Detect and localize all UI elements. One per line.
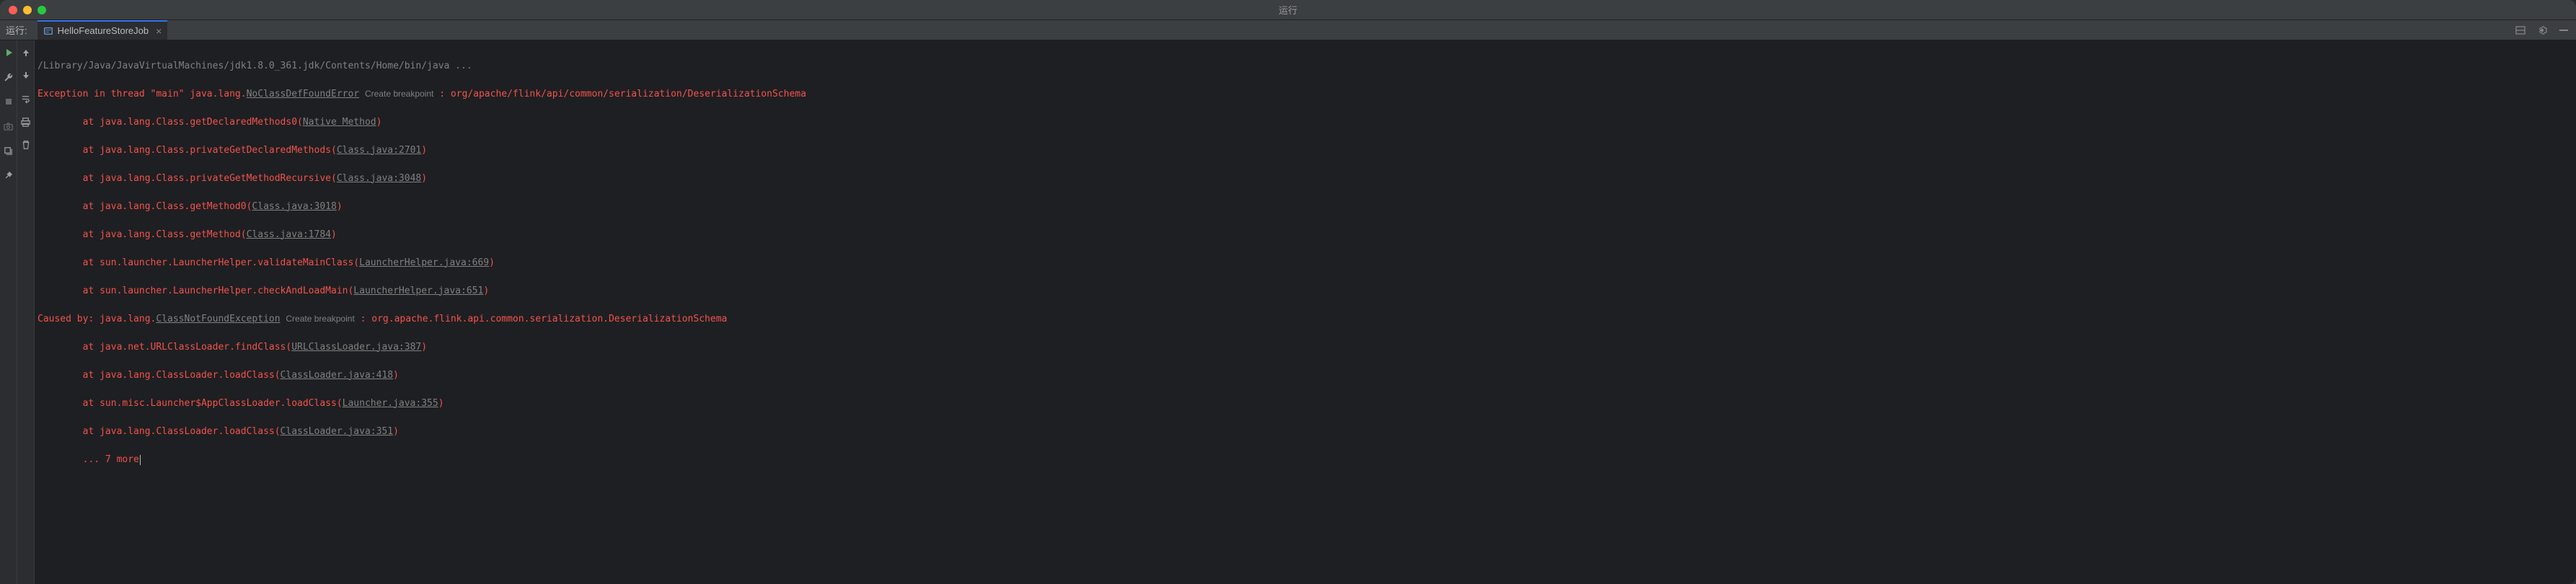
paren: ) [393, 370, 399, 381]
rerun-icon[interactable] [2, 46, 15, 59]
stack-line: at java.lang.Class.privateGetDeclaredMet… [38, 145, 337, 156]
close-tab-button[interactable]: × [156, 25, 162, 37]
source-link[interactable]: Class.java:3048 [337, 173, 421, 184]
exception-msg: : org/apache/flink/api/common/serializat… [439, 89, 806, 99]
run-config-icon [43, 26, 53, 36]
run-tabbar: 运行: HelloFeatureStoreJob × [0, 20, 2576, 40]
stack-line: at java.lang.Class.privateGetMethodRecur… [38, 173, 337, 184]
pin-icon[interactable] [2, 169, 15, 182]
soft-wrap-icon[interactable] [19, 92, 32, 105]
stack-line: at java.lang.Class.getMethod( [38, 229, 247, 240]
gear-icon[interactable] [2536, 24, 2549, 37]
stack-line: at java.lang.ClassLoader.loadClass( [38, 370, 281, 381]
stack-line: at java.lang.Class.getDeclaredMethods0( [38, 117, 303, 128]
text-caret [140, 455, 141, 465]
create-breakpoint-hint[interactable]: Create breakpoint [365, 89, 433, 99]
paren: ) [489, 257, 495, 268]
paren: ) [331, 229, 337, 240]
run-tab-label: HelloFeatureStoreJob [58, 25, 149, 36]
command-line: /Library/Java/JavaVirtualMachines/jdk1.8… [38, 61, 472, 71]
layers-icon[interactable] [2, 144, 15, 157]
stack-line: at java.lang.ClassLoader.loadClass( [38, 426, 281, 437]
close-window-button[interactable] [9, 6, 17, 14]
stop-icon[interactable] [2, 95, 15, 108]
paren: ) [421, 173, 427, 184]
paren: ) [376, 117, 382, 128]
source-link[interactable]: URLClassLoader.java:387 [291, 342, 421, 353]
stack-line: at java.lang.Class.getMethod0( [38, 201, 252, 212]
print-icon[interactable] [19, 115, 32, 128]
paren: ) [421, 145, 427, 156]
camera-icon[interactable] [2, 120, 15, 133]
caused-by-line: Caused by: java.lang. [38, 314, 156, 324]
stack-line: at java.net.URLClassLoader.findClass( [38, 342, 291, 353]
exception-class-link[interactable]: NoClassDefFoundError [247, 89, 360, 99]
maximize-window-button[interactable] [38, 6, 46, 14]
source-link[interactable]: Native Method [303, 117, 376, 128]
paren: ) [438, 398, 444, 409]
source-link[interactable]: ClassLoader.java:351 [281, 426, 394, 437]
create-breakpoint-hint[interactable]: Create breakpoint [286, 314, 354, 324]
scroll-up-icon[interactable] [19, 46, 32, 59]
caused-by-class-link[interactable]: ClassNotFoundException [156, 314, 280, 324]
paren: ) [393, 426, 399, 437]
run-gutter-left [0, 40, 17, 584]
titlebar: 运行 [0, 0, 2576, 20]
source-link[interactable]: LauncherHelper.java:669 [359, 257, 489, 268]
source-link[interactable]: ClassLoader.java:418 [281, 370, 394, 381]
layout-settings-icon[interactable] [2514, 24, 2527, 37]
paren: ) [483, 286, 489, 296]
source-link[interactable]: Class.java:1784 [247, 229, 331, 240]
main-area: /Library/Java/JavaVirtualMachines/jdk1.8… [0, 40, 2576, 584]
caused-by-msg: : org.apache.flink.api.common.serializat… [361, 314, 728, 324]
paren: ) [337, 201, 343, 212]
traffic-lights [9, 6, 46, 14]
trash-icon[interactable] [19, 138, 32, 151]
stack-line: at sun.launcher.LauncherHelper.checkAndL… [38, 286, 353, 296]
wrench-icon[interactable] [2, 71, 15, 84]
minimize-window-button[interactable] [23, 6, 32, 14]
stack-line: at sun.misc.Launcher$AppClassLoader.load… [38, 398, 343, 409]
run-tab[interactable]: HelloFeatureStoreJob × [38, 20, 168, 40]
tabbar-actions [2514, 24, 2570, 37]
hide-panel-icon[interactable] [2557, 24, 2570, 37]
run-gutter-secondary [17, 40, 35, 584]
source-link[interactable]: Class.java:3018 [252, 201, 336, 212]
paren: ) [421, 342, 427, 353]
console-output[interactable]: /Library/Java/JavaVirtualMachines/jdk1.8… [35, 40, 2576, 584]
source-link[interactable]: Launcher.java:355 [343, 398, 438, 409]
stack-line: at sun.launcher.LauncherHelper.validateM… [38, 257, 359, 268]
run-panel-label: 运行: [6, 23, 27, 37]
scroll-down-icon[interactable] [19, 69, 32, 82]
source-link[interactable]: LauncherHelper.java:651 [353, 286, 483, 296]
more-frames: ... 7 more [38, 454, 139, 465]
window-title: 运行 [1279, 3, 1297, 17]
exception-line: Exception in thread "main" java.lang. [38, 89, 247, 99]
source-link[interactable]: Class.java:2701 [337, 145, 421, 156]
window: 运行 运行: HelloFeatureStoreJob × [0, 0, 2576, 584]
